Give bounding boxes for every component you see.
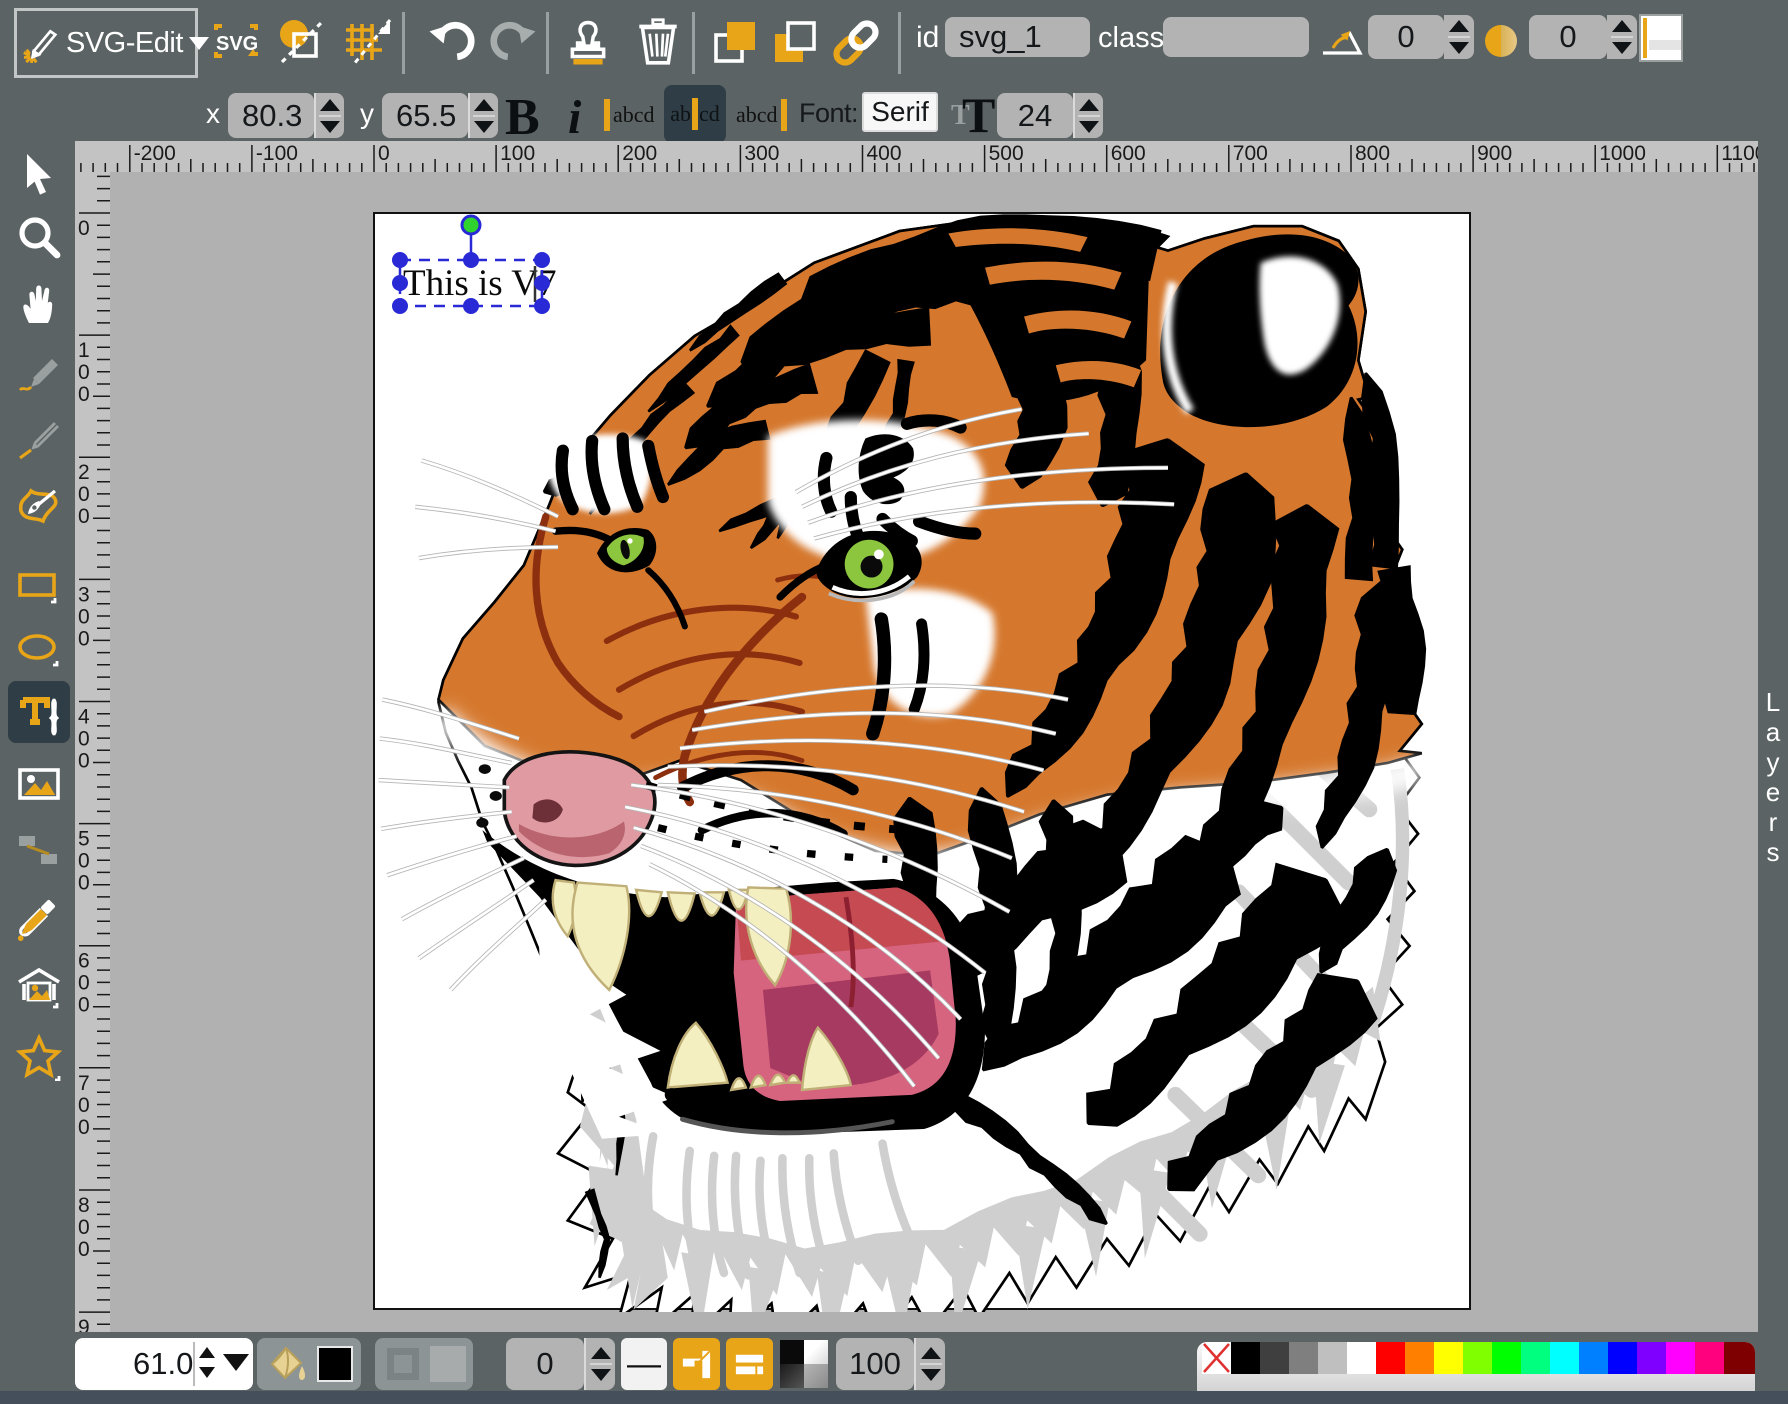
svg-text:0: 0: [78, 1116, 90, 1139]
svg-text:6: 6: [78, 950, 90, 973]
svg-text:600: 600: [1111, 142, 1146, 165]
svg-text:0: 0: [78, 505, 90, 528]
svg-text:1: 1: [78, 339, 90, 362]
svg-text:2: 2: [78, 461, 90, 484]
svg-text:700: 700: [1233, 142, 1268, 165]
svg-text:-200: -200: [134, 142, 176, 165]
svg-text:200: 200: [622, 142, 657, 165]
svg-text:0: 0: [78, 972, 90, 995]
svg-text:0: 0: [378, 142, 390, 165]
svg-text:1100: 1100: [1721, 142, 1758, 165]
svg-text:900: 900: [1477, 142, 1512, 165]
svg-text:5: 5: [78, 828, 90, 851]
svg-text:0: 0: [78, 750, 90, 773]
svg-text:0: 0: [78, 1216, 90, 1239]
svg-text:0: 0: [78, 994, 90, 1017]
svg-text:0: 0: [78, 605, 90, 628]
svg-text:0: 0: [78, 728, 90, 751]
svg-text:1000: 1000: [1599, 142, 1646, 165]
svg-text:400: 400: [867, 142, 902, 165]
svg-text:0: 0: [78, 627, 90, 650]
svg-text:8: 8: [78, 1194, 90, 1217]
svg-text:0: 0: [78, 872, 90, 895]
svg-text:0: 0: [78, 217, 90, 240]
svg-text:300: 300: [744, 142, 779, 165]
svg-text:500: 500: [989, 142, 1024, 165]
svg-text:0: 0: [78, 383, 90, 406]
svg-text:3: 3: [78, 583, 90, 606]
svg-text:0: 0: [78, 1094, 90, 1117]
svg-text:0: 0: [78, 850, 90, 873]
svg-text:0: 0: [78, 361, 90, 384]
svg-text:7: 7: [78, 1072, 90, 1095]
svg-text:0: 0: [78, 483, 90, 506]
svg-text:100: 100: [500, 142, 535, 165]
svg-text:0: 0: [78, 1238, 90, 1261]
svg-text:-100: -100: [256, 142, 298, 165]
svg-text:SVG: SVG: [216, 33, 258, 55]
svg-text:4: 4: [78, 706, 90, 729]
svg-text:9: 9: [78, 1316, 90, 1332]
svg-text:800: 800: [1355, 142, 1390, 165]
